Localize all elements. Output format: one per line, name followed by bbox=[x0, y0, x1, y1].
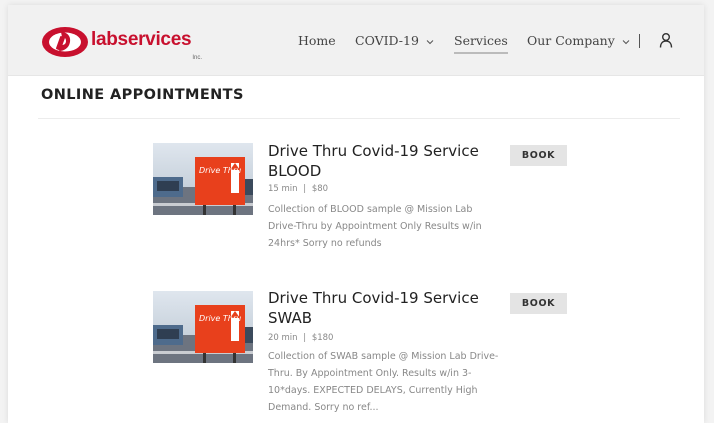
service-description: Collection of BLOOD sample @ Mission Lab… bbox=[268, 204, 482, 249]
nav-services-label: Services bbox=[454, 33, 508, 48]
sign-text: Drive Thru bbox=[199, 314, 241, 323]
nav-our-company[interactable]: Our Company bbox=[527, 33, 630, 53]
book-button[interactable]: BOOK bbox=[510, 145, 567, 166]
service-name[interactable]: Drive Thru Covid-19 Service SWAB bbox=[268, 288, 498, 328]
service-name[interactable]: Drive Thru Covid-19 Service BLOOD bbox=[268, 141, 498, 181]
nav-separator bbox=[639, 34, 640, 48]
nav-home-label: Home bbox=[298, 33, 336, 48]
service-image[interactable]: Drive Thru bbox=[153, 143, 253, 215]
meta-separator: | bbox=[303, 333, 307, 343]
service-duration: 15 min bbox=[268, 184, 298, 194]
brand-logo[interactable]: labservices Inc. bbox=[40, 21, 208, 63]
nav-covid[interactable]: COVID-19 bbox=[355, 33, 434, 53]
title-divider bbox=[38, 118, 680, 119]
drive-thru-photo: Drive Thru bbox=[153, 143, 253, 215]
page-title: ONLINE APPOINTMENTS bbox=[41, 87, 244, 103]
logo-mark-icon bbox=[42, 27, 88, 57]
nav-our-company-label: Our Company bbox=[527, 33, 615, 48]
page-card: labservices Inc. Home COVID-19 Services … bbox=[8, 5, 704, 423]
service-image[interactable]: Drive Thru bbox=[153, 291, 253, 363]
meta-separator: | bbox=[303, 184, 307, 194]
active-nav-underline bbox=[454, 52, 508, 54]
brand-suffix: Inc. bbox=[192, 55, 202, 61]
service-description: Collection of SWAB sample @ Mission Lab … bbox=[268, 351, 499, 413]
chevron-down-icon bbox=[622, 39, 630, 44]
chevron-down-icon bbox=[426, 39, 434, 44]
service-price: $180 bbox=[311, 333, 334, 343]
user-icon[interactable] bbox=[659, 32, 673, 48]
service-meta: 15 min | $80 bbox=[268, 184, 328, 194]
nav-covid-label: COVID-19 bbox=[355, 33, 419, 48]
nav-services[interactable]: Services bbox=[454, 33, 508, 54]
book-button[interactable]: BOOK bbox=[510, 293, 567, 314]
brand-name: labservices bbox=[91, 29, 192, 50]
drive-thru-photo: Drive Thru bbox=[153, 291, 253, 363]
service-price: $80 bbox=[311, 184, 329, 194]
nav-home[interactable]: Home bbox=[298, 33, 336, 53]
top-navbar: labservices Inc. Home COVID-19 Services … bbox=[8, 5, 704, 76]
service-duration: 20 min bbox=[268, 333, 298, 343]
service-meta: 20 min | $180 bbox=[268, 333, 333, 343]
sign-text: Drive Thru bbox=[199, 166, 241, 175]
